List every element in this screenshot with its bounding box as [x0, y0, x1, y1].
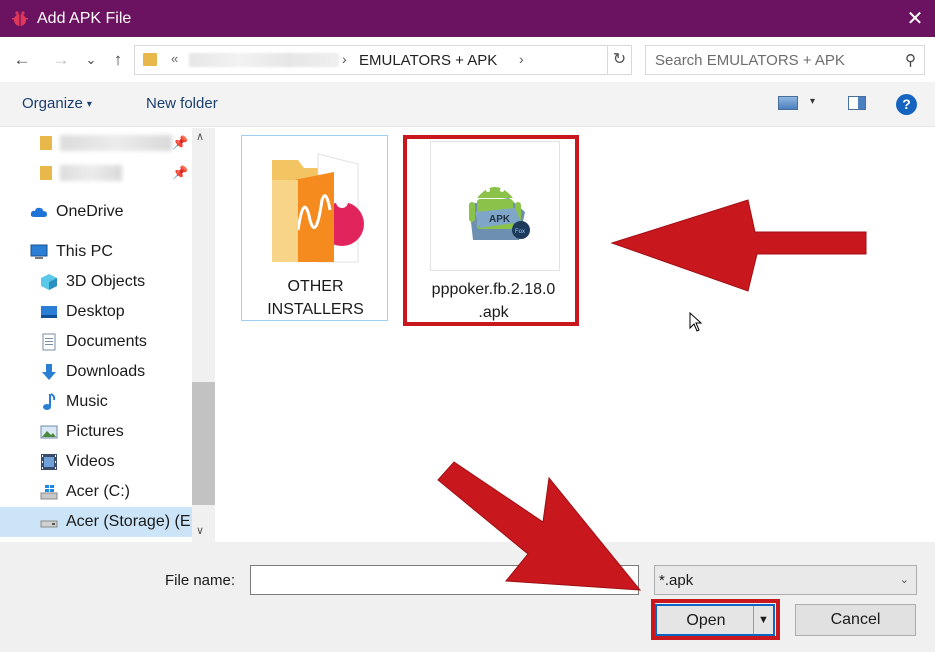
sidebar-item-this-pc[interactable]: This PC [0, 237, 192, 267]
pin-icon[interactable]: 📌 [172, 135, 188, 151]
close-icon[interactable]: ✕ [895, 0, 935, 37]
sidebar-item-label: Acer (C:) [66, 483, 130, 500]
folder-icon [40, 166, 52, 180]
file-type-filter-select[interactable]: *.apk ⌄ [654, 565, 917, 595]
android-robot-icon: APK Fox [469, 187, 530, 240]
address-row: ← → ⌄ ↑ « › EMULATORS + APK › ↻ ⚲ [0, 37, 935, 82]
sidebar-item-3d-objects[interactable]: 3D Objects [0, 267, 192, 297]
sidebar-item-label: 3D Objects [66, 273, 146, 290]
sidebar-item-acer-storage[interactable]: Acer (Storage) (E [0, 507, 192, 537]
cancel-button[interactable]: Cancel [795, 604, 916, 636]
sidebar-item-label: Pictures [66, 423, 124, 440]
blurred-label [60, 135, 172, 151]
sidebar-item-label: Music [66, 393, 108, 410]
file-name-label: pppoker.fb.2.18.0 .apk [431, 281, 556, 321]
windows-drive-icon [40, 485, 58, 500]
up-icon[interactable]: ↑ [107, 49, 129, 71]
blurred-path-segment [189, 53, 339, 67]
film-strip-icon [41, 454, 57, 470]
help-icon[interactable]: ? [896, 94, 917, 115]
breadcrumb-current-folder[interactable]: EMULATORS + APK [359, 52, 497, 69]
file-item-other-installers[interactable]: OTHER INSTALLERS [241, 135, 388, 321]
blurred-label [60, 165, 122, 181]
svg-text:Fox: Fox [515, 229, 525, 235]
navigation-pane[interactable]: 📌 📌 OneDrive This PC 3D Objects Desktop … [0, 128, 215, 542]
desktop-icon [41, 306, 57, 318]
recent-locations-chevron-icon[interactable]: ⌄ [80, 49, 102, 71]
new-folder-button[interactable]: New folder [146, 95, 218, 112]
folder-icon [40, 136, 52, 150]
sidebar-item-onedrive[interactable]: OneDrive [0, 197, 192, 227]
organize-label: Organize [22, 95, 83, 112]
title-bar: Add APK File ✕ [0, 0, 935, 37]
file-name-label: File name: [165, 572, 236, 589]
file-list[interactable]: OTHER INSTALLERS APK Fox pppoker.fb.2.18… [215, 128, 935, 542]
mouse-pointer-icon [689, 312, 703, 332]
sidebar-item-music[interactable]: Music [0, 387, 192, 417]
sidebar-item-label: This PC [56, 243, 113, 260]
bug-icon [12, 10, 28, 26]
chevron-down-icon: ▾ [86, 98, 92, 110]
sidebar-item-pictures[interactable]: Pictures [0, 417, 192, 447]
quick-access-item-blurred[interactable]: 📌 [0, 128, 192, 158]
onedrive-cloud-icon [30, 207, 47, 217]
pin-icon[interactable]: 📌 [172, 165, 188, 181]
sidebar-item-acer-c[interactable]: Acer (C:) [0, 477, 192, 507]
sidebar-item-videos[interactable]: Videos [0, 447, 192, 477]
sidebar-item-downloads[interactable]: Downloads [0, 357, 192, 387]
folder-icon [143, 53, 157, 66]
svg-text:APK: APK [489, 214, 511, 225]
refresh-icon[interactable]: ↻ [607, 46, 631, 74]
sidebar-item-label: Acer (Storage) (E [66, 513, 191, 530]
change-view-icon[interactable] [778, 96, 798, 110]
window-title: Add APK File [37, 9, 132, 27]
pictures-icon [40, 425, 58, 439]
scroll-down-icon[interactable]: ∨ [196, 524, 204, 537]
folder-icon [272, 153, 364, 263]
preview-pane-icon[interactable] [848, 96, 866, 110]
breadcrumb-separator-icon[interactable]: › [342, 51, 347, 67]
address-bar[interactable]: « › EMULATORS + APK › ↻ [134, 45, 632, 75]
navigation-scrollbar-thumb[interactable] [192, 382, 215, 505]
drive-icon [40, 520, 58, 528]
search-input[interactable] [655, 46, 895, 74]
chevron-down-icon: ⌄ [899, 574, 909, 586]
open-highlight-box [651, 599, 780, 640]
file-name-label: OTHER INSTALLERS [267, 278, 364, 318]
sidebar-item-desktop[interactable]: Desktop [0, 297, 192, 327]
breadcrumb-separator-icon[interactable]: › [519, 51, 524, 67]
music-note-icon [43, 393, 56, 410]
forward-icon[interactable]: → [50, 49, 72, 71]
apk-file-icon: APK Fox [430, 141, 560, 271]
organize-button[interactable]: Organize ▾ [22, 95, 92, 112]
sidebar-item-label: Desktop [66, 303, 125, 320]
sidebar-item-label: Videos [66, 453, 115, 470]
sidebar-item-documents[interactable]: Documents [0, 327, 192, 357]
search-box[interactable]: ⚲ [645, 45, 925, 75]
cube-icon [41, 274, 57, 290]
documents-icon [42, 333, 56, 351]
scroll-up-icon[interactable]: ∧ [196, 130, 204, 143]
search-icon[interactable]: ⚲ [905, 51, 916, 69]
file-type-filter-value: *.apk [659, 572, 694, 589]
dialog-footer: File name: *.apk ⌄ Open ▼ Cancel [0, 542, 935, 652]
overflow-chevron-icon[interactable]: « [171, 51, 178, 66]
view-options-chevron-icon[interactable]: ▾ [810, 96, 815, 107]
command-toolbar: Organize ▾ New folder ▾ ? [0, 82, 935, 127]
sidebar-item-label: Downloads [66, 363, 146, 380]
sidebar-item-label: Documents [66, 333, 147, 350]
download-arrow-icon [42, 364, 56, 380]
back-icon[interactable]: ← [11, 49, 33, 71]
quick-access-item-blurred[interactable]: 📌 [0, 158, 192, 188]
computer-icon [30, 244, 48, 259]
file-item-pppoker-apk[interactable]: APK Fox pppoker.fb.2.18.0 .apk [420, 139, 567, 325]
file-name-input[interactable] [250, 565, 639, 595]
sidebar-item-label: OneDrive [56, 203, 124, 220]
